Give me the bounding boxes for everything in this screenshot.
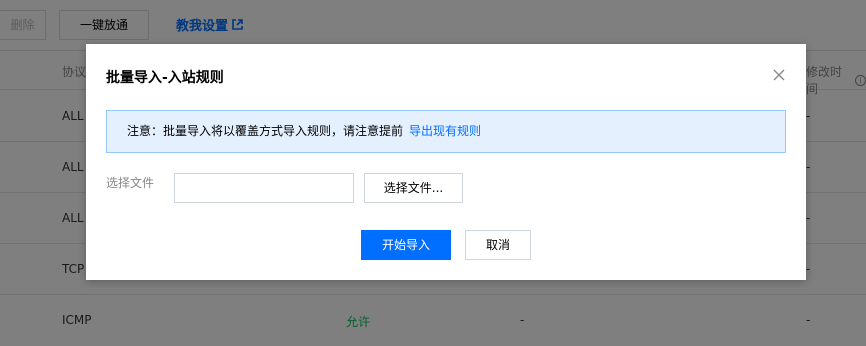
close-icon: [773, 69, 785, 81]
cancel-button[interactable]: 取消: [465, 230, 531, 260]
dialog-title: 批量导入-入站规则: [106, 70, 224, 86]
notice-text: 注意：批量导入将以覆盖方式导入规则，请注意提前: [127, 124, 404, 138]
file-path-input[interactable]: [174, 173, 354, 203]
start-import-button[interactable]: 开始导入: [361, 230, 451, 260]
notice-banner: 注意：批量导入将以覆盖方式导入规则，请注意提前 导出现有规则: [106, 110, 786, 153]
batch-import-dialog: 批量导入-入站规则 注意：批量导入将以覆盖方式导入规则，请注意提前 导出现有规则 …: [86, 44, 806, 280]
close-button[interactable]: [772, 68, 786, 82]
file-field-label: 选择文件: [106, 176, 155, 190]
export-rules-link[interactable]: 导出现有规则: [409, 124, 481, 138]
choose-file-button[interactable]: 选择文件...: [364, 173, 463, 203]
